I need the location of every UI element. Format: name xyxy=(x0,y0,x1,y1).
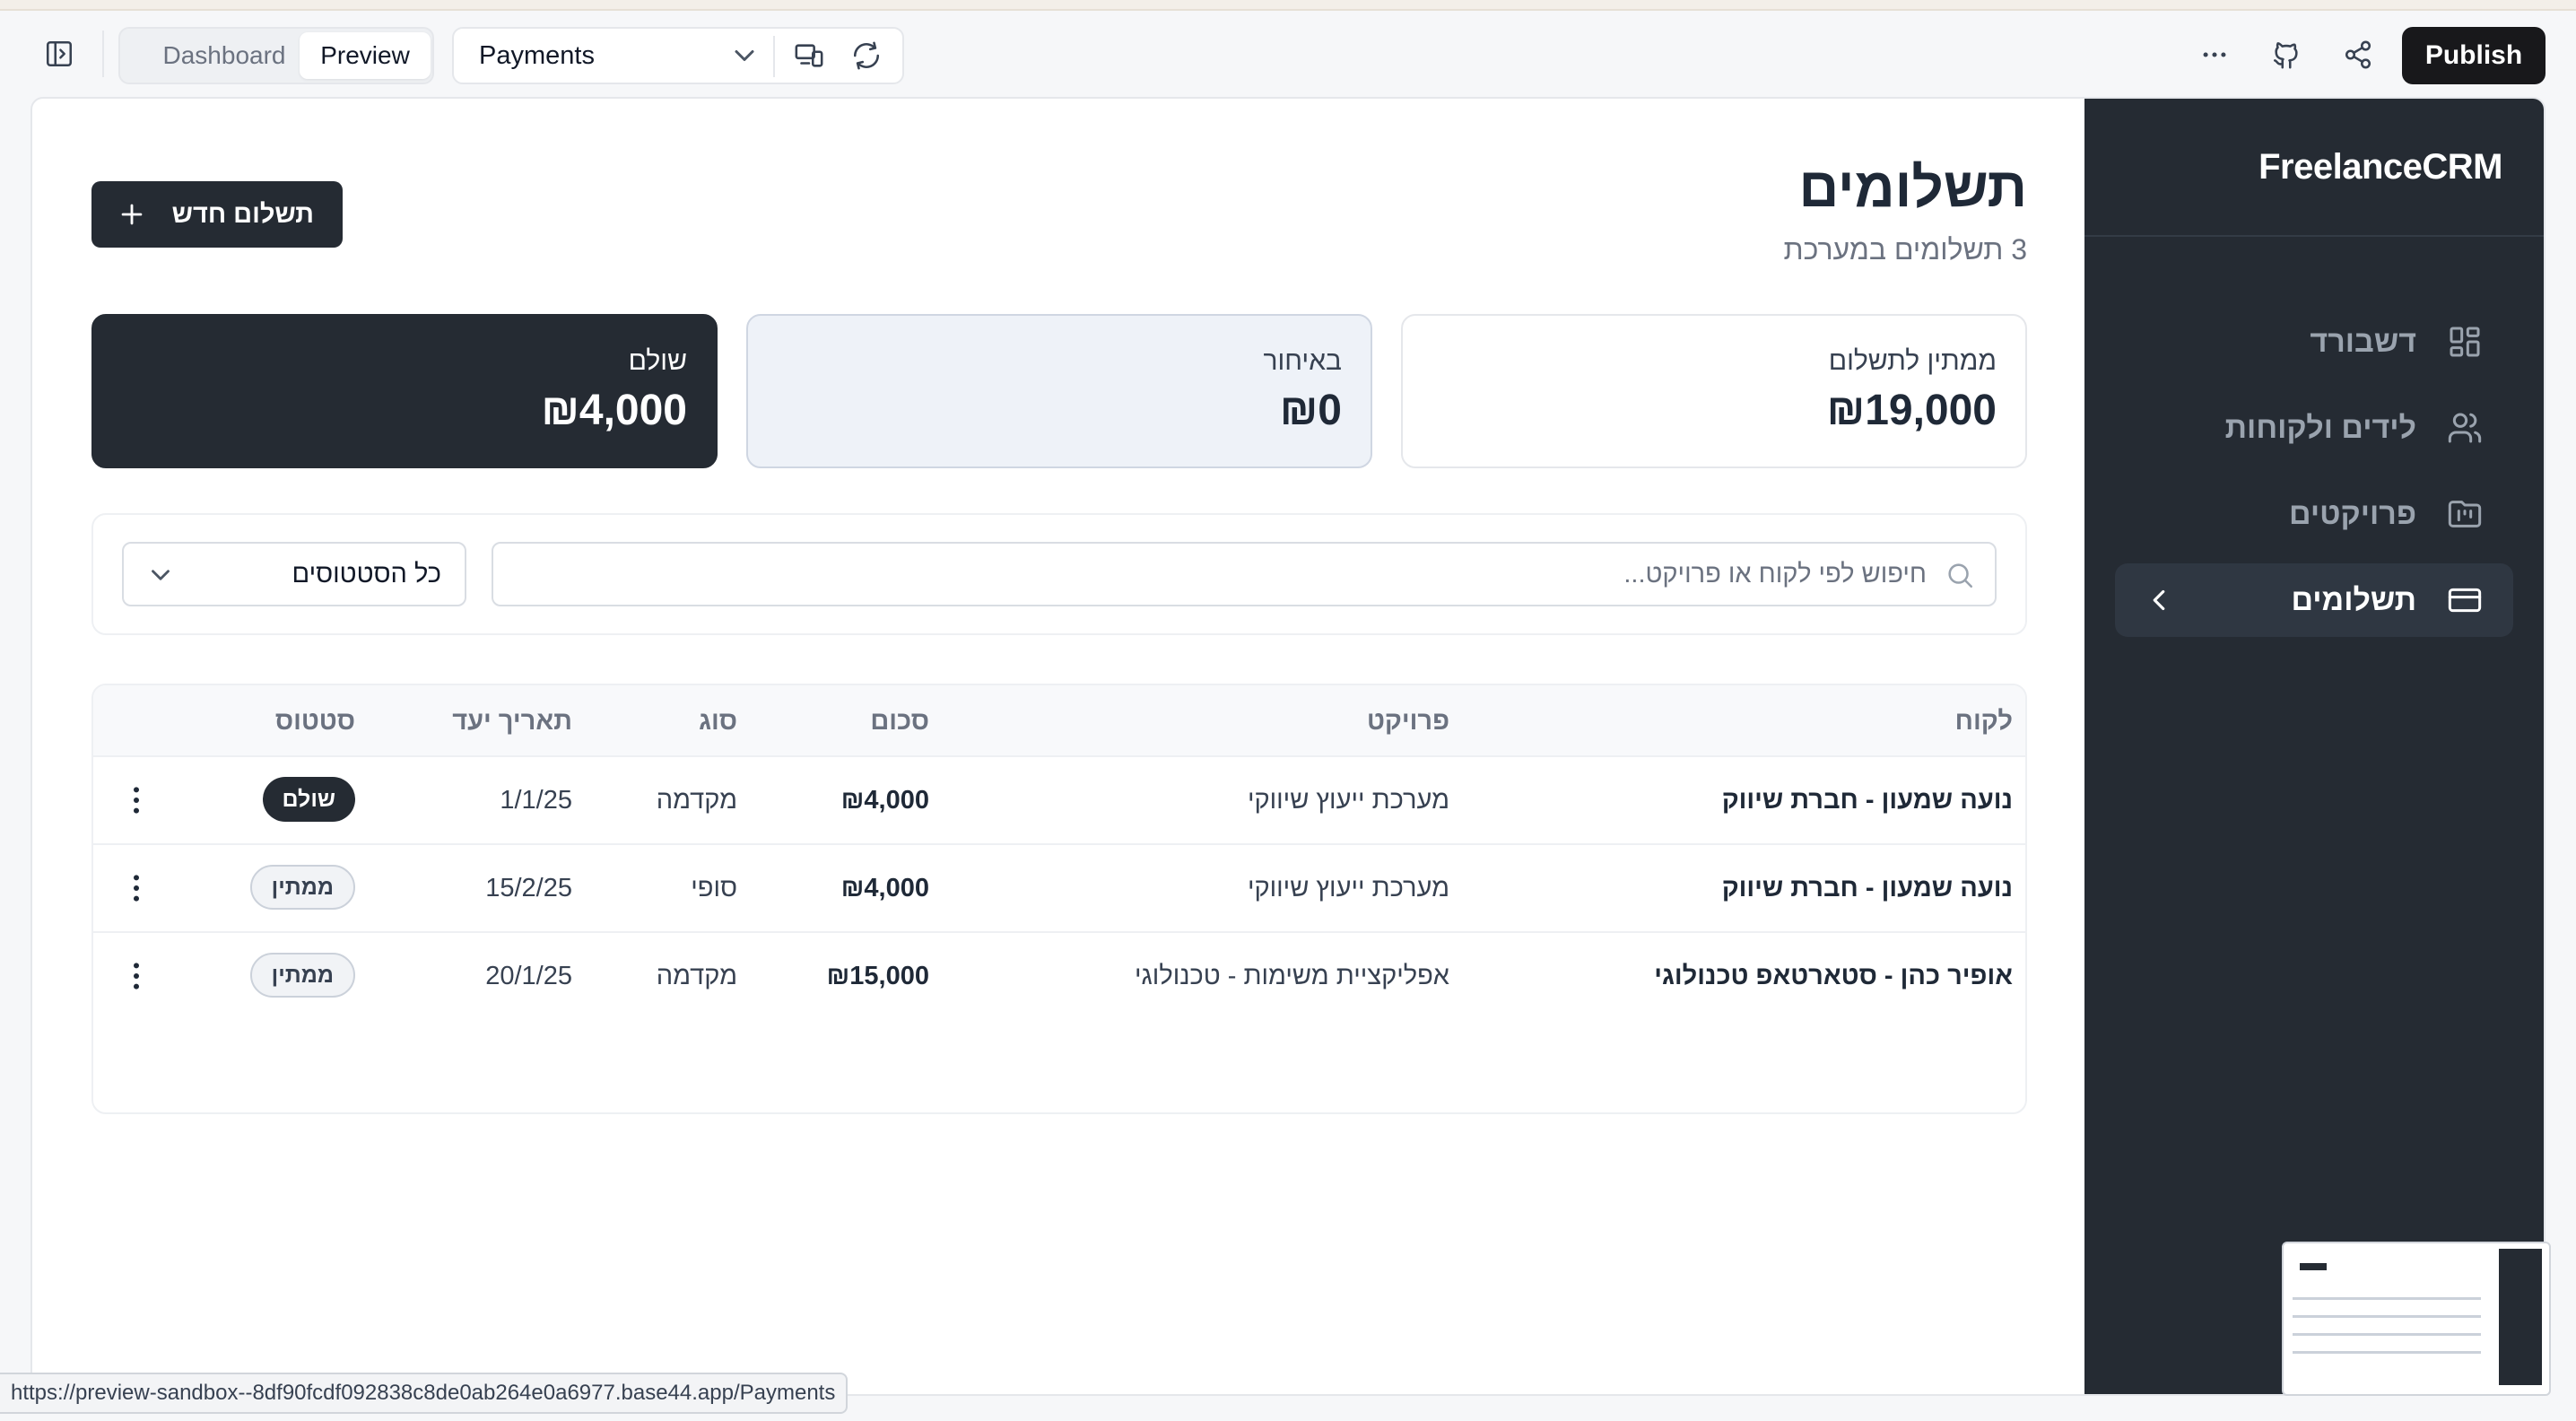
header-project: פרויקט xyxy=(1366,707,1449,736)
sidebar-item-leads-clients[interactable]: לידים ולקוחות xyxy=(2115,391,2513,465)
layout-grid-icon xyxy=(2445,322,2485,362)
thumbnail-line xyxy=(2293,1351,2481,1354)
cell-client: אופיר כהן - סטארטאפ טכנולוגי xyxy=(1654,962,2013,990)
page-thumbnail-preview[interactable] xyxy=(2282,1242,2551,1396)
header-amount: סכום xyxy=(870,707,929,736)
thumbnail-button xyxy=(2300,1263,2327,1270)
stat-card-paid: שולם ₪4,000 xyxy=(91,314,718,468)
app-preview-frame: FreelanceCRM דשבורד לידים ולקוחות פרויקט… xyxy=(30,97,2546,1396)
sidebar-toggle-icon[interactable] xyxy=(41,36,77,72)
share-icon[interactable] xyxy=(2339,36,2377,74)
search-box xyxy=(492,542,1997,606)
cell-project: מערכת ייעוץ שיווקי xyxy=(1247,874,1449,902)
plus-icon xyxy=(121,204,143,225)
link-status-bar: https://preview-sandbox--8df90fcdf092838… xyxy=(0,1373,849,1414)
thumbnail-line xyxy=(2293,1333,2481,1336)
cell-amount: ₪15,000 xyxy=(826,962,929,990)
status-filter-select[interactable]: כל הסטטוסים xyxy=(122,542,466,606)
search-icon xyxy=(1948,563,1973,588)
chevron-down-icon xyxy=(735,50,754,61)
header-status: סטטוס xyxy=(274,707,355,736)
cell-due-date: 20/1/25 xyxy=(485,962,572,990)
users-icon xyxy=(2445,408,2485,448)
cell-project: אפליקציית משימות - טכנולוגי xyxy=(1135,962,1449,990)
chevron-left-icon xyxy=(2153,589,2165,611)
more-vertical-icon[interactable] xyxy=(118,782,154,818)
cell-client: נועה שמעון - חברת שיווק xyxy=(1721,786,2013,815)
app-sidebar: FreelanceCRM דשבורד לידים ולקוחות פרויקט… xyxy=(2084,99,2544,1394)
filter-bar: כל הסטטוסים xyxy=(91,513,2027,635)
sidebar-item-label: תשלומים xyxy=(2291,582,2416,617)
table-row[interactable]: נועה שמעון - חברת שיווק מערכת ייעוץ שיוו… xyxy=(93,845,2025,933)
status-badge: ממתין xyxy=(249,953,355,998)
cell-client: נועה שמעון - חברת שיווק xyxy=(1721,874,2013,902)
table-header: לקוח פרויקט סכום סוג תאריך יעד סטטוס xyxy=(93,685,2025,757)
payments-table: לקוח פרויקט סכום סוג תאריך יעד סטטוס נוע… xyxy=(91,684,2027,1114)
stat-value: ₪4,000 xyxy=(541,387,687,434)
toolbar-divider xyxy=(102,31,104,77)
search-input[interactable] xyxy=(527,544,1927,605)
credit-card-icon xyxy=(2445,580,2485,620)
thumbnail-line xyxy=(2293,1315,2481,1318)
sidebar-item-label: פרויקטים xyxy=(2289,496,2416,531)
cell-type: מקדמה xyxy=(656,962,737,990)
page-subtitle: 3 תשלומים במערכת xyxy=(1783,233,2027,266)
sidebar-item-projects[interactable]: פרויקטים xyxy=(2115,477,2513,551)
cell-amount: ₪4,000 xyxy=(840,786,929,815)
status-filter-value: כל הסטטוסים xyxy=(292,560,442,588)
stat-label: באיחור xyxy=(1263,346,1342,376)
status-badge: שולם xyxy=(262,777,355,822)
stat-card-pending: ממתין לתשלום ₪19,000 xyxy=(1401,314,2027,468)
stat-value: ₪19,000 xyxy=(1826,387,1997,434)
editor-toolbar: Dashboard Preview Payments Publish xyxy=(0,13,2576,97)
sidebar-item-label: דשבורד xyxy=(2310,324,2416,359)
more-vertical-icon[interactable] xyxy=(118,958,154,994)
stat-value: ₪0 xyxy=(1279,387,1342,434)
stat-label: שולם xyxy=(628,346,687,376)
cell-due-date: 1/1/25 xyxy=(500,786,572,815)
tab-dashboard[interactable]: Dashboard xyxy=(126,32,323,79)
header-due-date: תאריך יעד xyxy=(452,707,572,736)
cell-type: מקדמה xyxy=(656,786,737,815)
brand-logo[interactable]: FreelanceCRM xyxy=(2258,147,2502,187)
header-type: סוג xyxy=(699,707,737,736)
sidebar-item-label: לידים ולקוחות xyxy=(2224,410,2416,445)
chevron-down-icon xyxy=(152,570,170,580)
more-horizontal-icon[interactable] xyxy=(2196,36,2233,74)
github-icon[interactable] xyxy=(2267,36,2305,74)
header-client: לקוח xyxy=(1954,707,2013,736)
sidebar-item-dashboard[interactable]: דשבורד xyxy=(2115,305,2513,379)
tab-preview[interactable]: Preview xyxy=(300,32,431,79)
cell-type: סופי xyxy=(691,874,737,902)
view-mode-switch: Dashboard Preview xyxy=(118,27,434,84)
table-row[interactable]: אופיר כהן - סטארטאפ טכנולוגי אפליקציית מ… xyxy=(93,933,2025,1021)
payments-page: תשלומים 3 תשלומים במערכת תשלום חדש ממתין… xyxy=(32,99,2088,1394)
more-vertical-icon[interactable] xyxy=(118,870,154,906)
responsive-devices-icon[interactable] xyxy=(791,38,827,74)
stat-label: ממתין לתשלום xyxy=(1828,346,1997,376)
page-title: תשלומים xyxy=(1798,157,2027,219)
window-top-edge xyxy=(0,0,2576,11)
refresh-icon[interactable] xyxy=(849,38,884,74)
page-select-value: Payments xyxy=(479,41,595,70)
publish-button[interactable]: Publish xyxy=(2402,27,2546,84)
table-row[interactable]: נועה שמעון - חברת שיווק מערכת ייעוץ שיוו… xyxy=(93,757,2025,845)
sidebar-item-payments[interactable]: תשלומים xyxy=(2115,563,2513,637)
folder-kanban-icon xyxy=(2445,494,2485,534)
new-payment-label: תשלום חדש xyxy=(171,199,314,229)
sidebar-divider xyxy=(2084,235,2544,237)
status-badge: ממתין xyxy=(249,865,355,910)
cell-project: מערכת ייעוץ שיווקי xyxy=(1247,786,1449,815)
stat-card-overdue: באיחור ₪0 xyxy=(746,314,1372,468)
new-payment-button[interactable]: תשלום חדש xyxy=(91,181,343,248)
page-select-divider xyxy=(773,36,775,77)
thumbnail-line xyxy=(2293,1297,2481,1300)
cell-amount: ₪4,000 xyxy=(840,874,929,902)
cell-due-date: 15/2/25 xyxy=(485,874,572,902)
page-select[interactable]: Payments xyxy=(452,27,904,84)
thumbnail-sidebar xyxy=(2499,1249,2542,1385)
